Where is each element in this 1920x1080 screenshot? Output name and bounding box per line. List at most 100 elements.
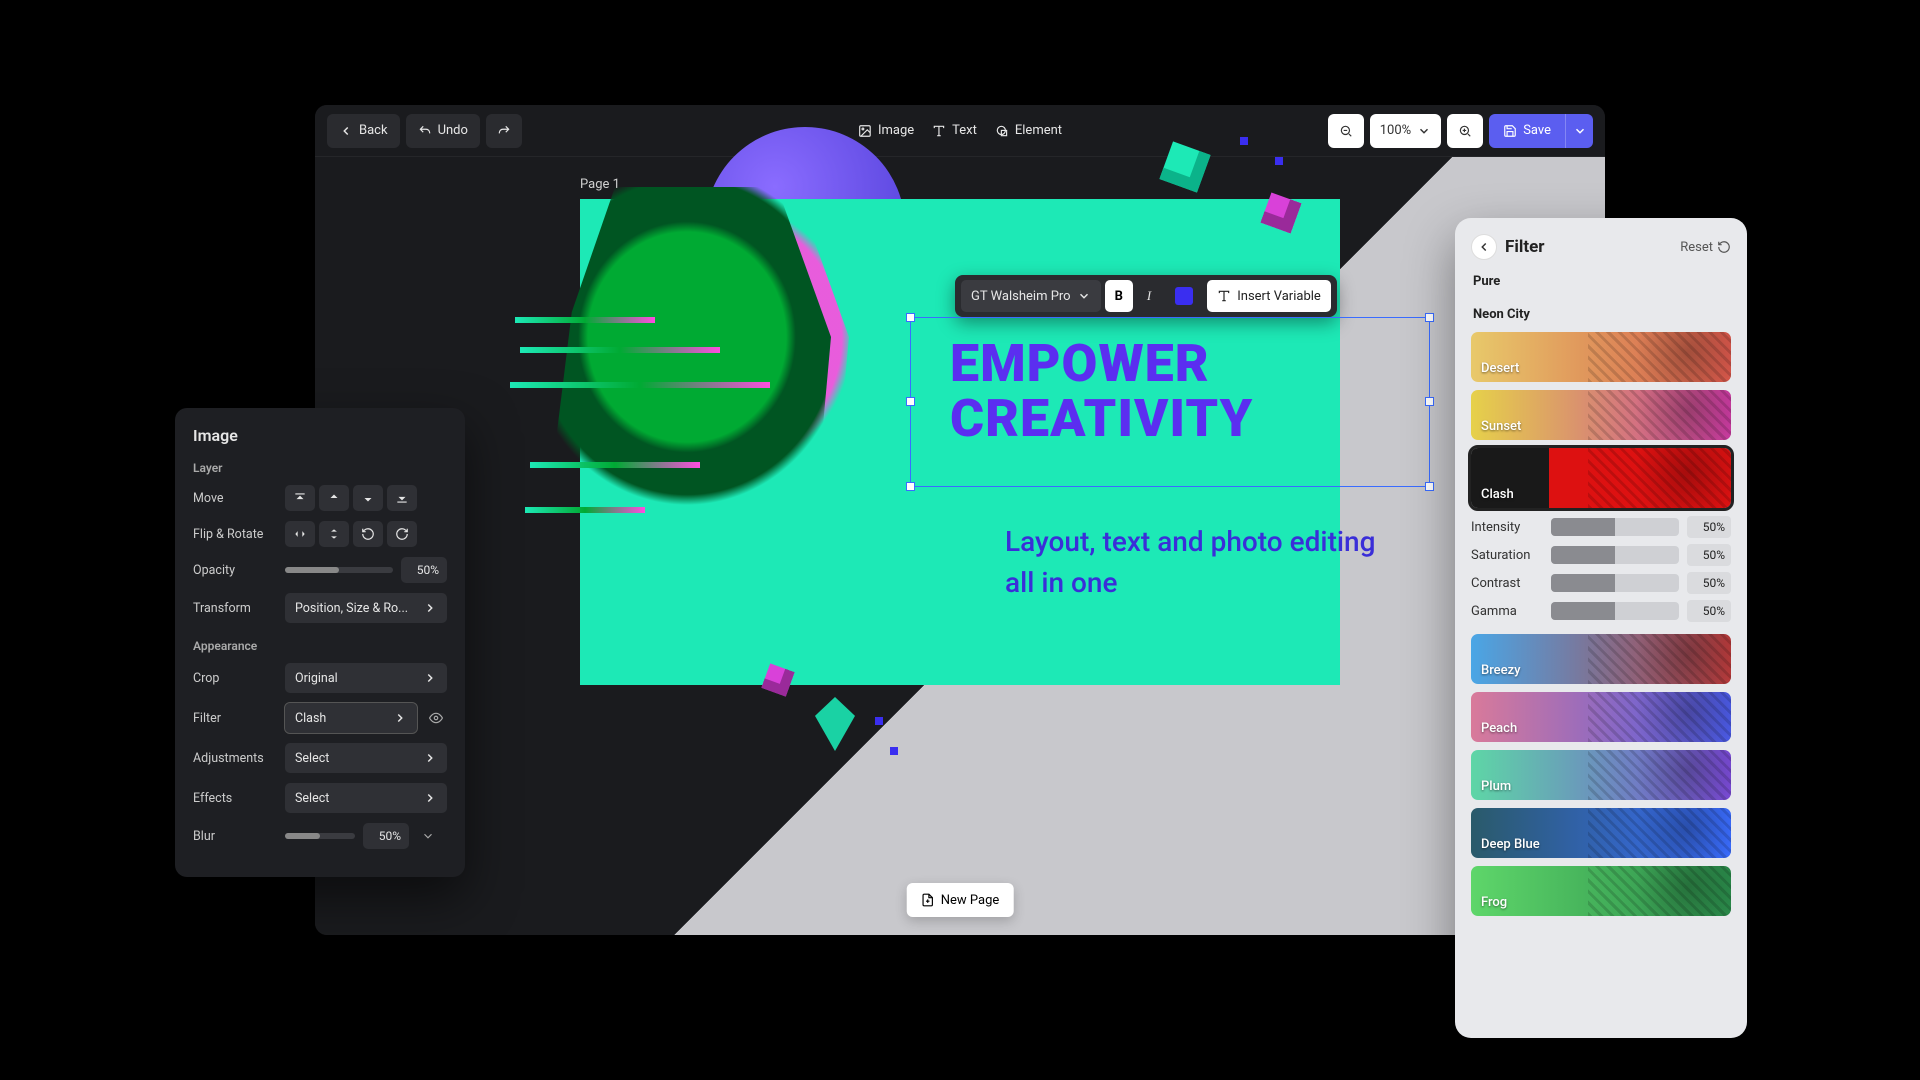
filter-panel: Filter Reset Pure Neon City Desert Sunse… (1455, 218, 1747, 1038)
undo-button[interactable]: Undo (406, 114, 480, 148)
glitch-effect (520, 347, 720, 353)
headline-text[interactable]: EMPOWER CREATIVITY (950, 337, 1440, 446)
crop-select[interactable]: Original (285, 663, 447, 693)
saturation-slider[interactable] (1551, 546, 1679, 564)
intensity-value[interactable]: 50% (1687, 516, 1731, 538)
italic-button[interactable]: I (1137, 280, 1161, 312)
redo-button[interactable] (486, 114, 522, 148)
new-page-button[interactable]: New Page (907, 883, 1014, 917)
decorative-diamond (815, 697, 855, 751)
move-down-button[interactable] (353, 485, 383, 511)
blur-value[interactable]: 50% (363, 823, 409, 849)
intensity-slider[interactable] (1551, 518, 1679, 536)
move-bottom-button[interactable] (387, 485, 417, 511)
zoom-in-button[interactable] (1447, 114, 1483, 148)
flip-horizontal-button[interactable] (285, 521, 315, 547)
property-label: Intensity (1471, 520, 1543, 535)
insert-element-button[interactable]: Element (995, 123, 1062, 138)
filter-swatch-peach[interactable]: Peach (1471, 692, 1731, 742)
rotate-left-button[interactable] (353, 521, 383, 547)
section-header: Pure (1473, 274, 1729, 289)
undo-label: Undo (438, 123, 468, 138)
opacity-slider[interactable] (285, 567, 393, 573)
portrait-image[interactable] (525, 187, 885, 687)
property-label: Flip & Rotate (193, 527, 277, 542)
filter-swatch-clash[interactable]: Clash (1471, 448, 1731, 508)
resize-handle[interactable] (906, 397, 915, 406)
resize-handle[interactable] (1425, 482, 1434, 491)
filter-swatch-desert[interactable]: Desert (1471, 332, 1731, 382)
chevron-down-icon (421, 829, 435, 843)
color-swatch (1175, 287, 1193, 305)
chevron-down-icon (1417, 124, 1431, 138)
filter-swatch-sunset[interactable]: Sunset (1471, 390, 1731, 440)
chevron-right-icon (423, 671, 437, 685)
panel-title: Filter (1505, 237, 1545, 257)
text-color-button[interactable] (1165, 280, 1203, 312)
chevron-right-icon (423, 601, 437, 615)
property-label: Opacity (193, 563, 277, 578)
zoom-out-button[interactable] (1328, 114, 1364, 148)
move-up-button[interactable] (319, 485, 349, 511)
chevron-down-icon (1573, 124, 1587, 138)
plus-page-icon (921, 893, 935, 907)
save-button[interactable]: Save (1489, 114, 1565, 148)
editor-window: Back Undo Image Text Element (315, 105, 1605, 935)
opacity-value[interactable]: 50% (401, 557, 447, 583)
gamma-slider[interactable] (1551, 602, 1679, 620)
contrast-slider[interactable] (1551, 574, 1679, 592)
resize-handle[interactable] (906, 313, 915, 322)
filter-swatch-breezy[interactable]: Breezy (1471, 634, 1731, 684)
back-button[interactable]: Back (327, 114, 400, 148)
property-label: Saturation (1471, 548, 1543, 563)
saturation-value[interactable]: 50% (1687, 544, 1731, 566)
decorative-dot (875, 717, 883, 725)
filter-swatch-frog[interactable]: Frog (1471, 866, 1731, 916)
text-format-toolbar: GT Walsheim Pro B I Insert Variable (955, 275, 1337, 317)
font-family-dropdown[interactable]: GT Walsheim Pro (961, 280, 1101, 312)
blur-expand-button[interactable] (417, 829, 439, 843)
zoom-dropdown[interactable]: 100% (1370, 114, 1441, 148)
filter-select[interactable]: Clash (285, 703, 417, 733)
filter-back-button[interactable] (1471, 234, 1497, 260)
decorative-dot (1240, 137, 1248, 145)
property-label: Contrast (1471, 576, 1543, 591)
bold-button[interactable]: B (1105, 280, 1133, 312)
adjustments-select[interactable]: Select (285, 743, 447, 773)
flip-vertical-button[interactable] (319, 521, 349, 547)
reset-button[interactable]: Reset (1680, 240, 1731, 255)
property-label: Move (193, 491, 277, 506)
canvas-area[interactable]: Page 1 GT Walsheim Pro B I (315, 157, 1605, 935)
insert-variable-button[interactable]: Insert Variable (1207, 280, 1331, 312)
contrast-value[interactable]: 50% (1687, 572, 1731, 594)
blur-slider[interactable] (285, 833, 355, 839)
rotate-right-button[interactable] (387, 521, 417, 547)
insert-text-button[interactable]: Text (932, 123, 977, 138)
glitch-effect (510, 382, 770, 388)
chevron-right-icon (423, 791, 437, 805)
insert-image-button[interactable]: Image (858, 123, 914, 138)
section-header: Neon City (1473, 307, 1729, 322)
chevron-down-icon (1077, 289, 1091, 303)
filter-visibility-toggle[interactable] (425, 711, 447, 725)
resize-handle[interactable] (906, 482, 915, 491)
save-dropdown-button[interactable] (1565, 114, 1593, 148)
property-label: Effects (193, 791, 277, 806)
move-top-button[interactable] (285, 485, 315, 511)
chevron-right-icon (423, 751, 437, 765)
gamma-value[interactable]: 50% (1687, 600, 1731, 622)
property-label: Gamma (1471, 604, 1543, 619)
property-label: Blur (193, 829, 277, 844)
property-label: Transform (193, 601, 277, 616)
effects-select[interactable]: Select (285, 783, 447, 813)
filter-swatch-deepblue[interactable]: Deep Blue (1471, 808, 1731, 858)
property-label: Crop (193, 671, 277, 686)
glitch-effect (530, 462, 700, 468)
glitch-effect (515, 317, 655, 323)
filter-swatch-plum[interactable]: Plum (1471, 750, 1731, 800)
subheadline-text[interactable]: Layout, text and photo editing all in on… (1005, 522, 1405, 603)
transform-select[interactable]: Position, Size & Ro... (285, 593, 447, 623)
property-label: Adjustments (193, 751, 277, 766)
chevron-right-icon (393, 711, 407, 725)
resize-handle[interactable] (1425, 313, 1434, 322)
